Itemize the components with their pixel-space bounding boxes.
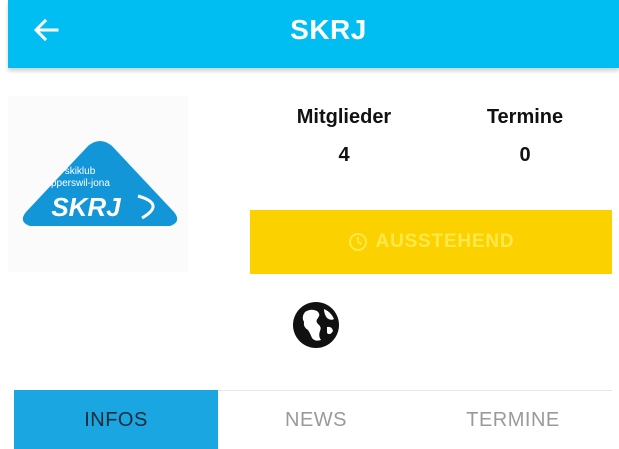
website-button[interactable] <box>291 300 341 350</box>
clock-icon <box>348 232 368 252</box>
club-logo-wordmark: SKRJ <box>51 192 121 222</box>
app-bar: SKRJ <box>8 0 619 68</box>
tab-infos[interactable]: INFOS <box>14 390 218 449</box>
events-count: 0 <box>519 144 531 166</box>
club-logo-line1: skiklub <box>65 166 96 177</box>
events-stat: Termine 0 <box>470 104 580 168</box>
globe-icon <box>291 302 341 354</box>
tab-bar: INFOS NEWS TERMINE <box>14 390 612 449</box>
members-count: 4 <box>338 144 350 166</box>
club-logo-line2: rapperswil-jona <box>42 178 110 189</box>
club-detail-screen: SKRJ skiklub rapperswil-jona SKRJ Mitgli… <box>0 0 619 449</box>
pending-status-button[interactable]: AUSSTEHEND <box>250 210 612 274</box>
club-logo: skiklub rapperswil-jona SKRJ <box>8 96 188 272</box>
members-stat: Mitglieder 4 <box>284 104 404 168</box>
page-title: SKRJ <box>290 14 367 45</box>
pending-status-label: AUSSTEHEND <box>375 231 515 252</box>
members-label: Mitglieder <box>296 106 392 128</box>
tab-termine[interactable]: TERMINE <box>414 390 612 449</box>
tab-news[interactable]: NEWS <box>218 390 414 449</box>
events-label: Termine <box>486 106 564 128</box>
